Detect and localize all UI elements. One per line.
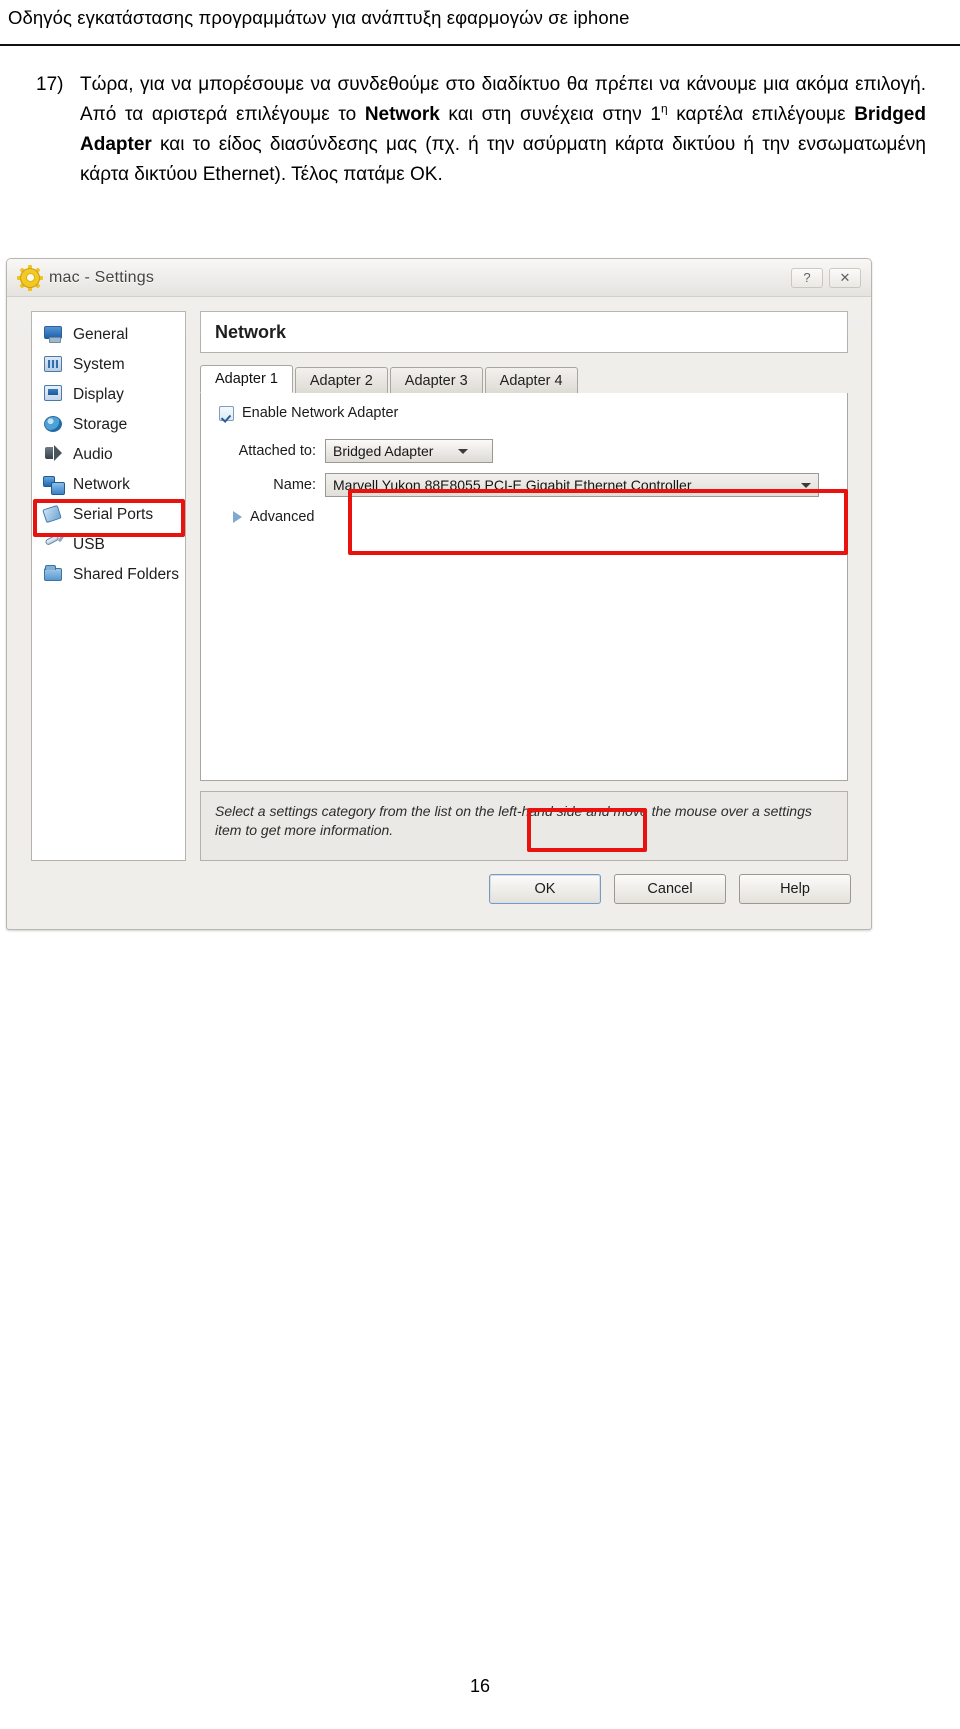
dialog-titlebar: mac - Settings ? ✕ [7,259,871,297]
folder-icon [42,565,64,585]
attached-to-dropdown[interactable]: Bridged Adapter [325,439,493,463]
gear-body [20,267,40,288]
dialog-title: mac - Settings [49,268,155,286]
chevron-right-icon [233,511,242,523]
settings-category-list[interactable]: General System Display Storage Audio Net… [31,311,186,861]
header-divider [0,44,960,46]
sidebar-item-system[interactable]: System [32,350,185,380]
step-text-part-4: και το είδος διασύνδεσης μας (πχ. ή την … [80,134,926,185]
sidebar-item-shared-folders[interactable]: Shared Folders [32,560,185,590]
step-superscript: η [660,101,668,116]
adapter-1-tabpage: Enable Network Adapter Attached to: Brid… [200,393,848,781]
tab-adapter-4[interactable]: Adapter 4 [484,367,578,393]
step-bold-network: Network [364,104,440,125]
sidebar-item-label: USB [73,536,105,553]
enable-network-adapter-row[interactable]: Enable Network Adapter [219,405,398,421]
adapter-tabstrip[interactable]: Adapter 1 Adapter 2 Adapter 3 Adapter 4 [200,365,848,394]
close-icon[interactable]: ✕ [829,267,861,288]
tab-adapter-2[interactable]: Adapter 2 [294,367,388,393]
help-button[interactable]: Help [739,874,851,904]
usb-icon [42,534,64,555]
storage-icon [42,415,64,435]
system-icon [42,355,64,375]
attached-to-label: Attached to: [238,443,316,459]
monitor-icon [42,325,64,345]
sidebar-item-serial-ports[interactable]: Serial Ports [32,500,185,530]
sidebar-item-label: General [73,326,129,343]
display-icon [42,385,64,405]
step-text-part-2: και στη συνέχεια στην 1 [439,104,661,125]
attached-to-value: Bridged Adapter [333,443,434,459]
advanced-expander[interactable]: Advanced [233,509,315,525]
name-row: Name: Marvell Yukon 88E8055 PCI-E Gigabi… [219,473,819,497]
name-label: Name: [273,477,316,493]
sidebar-item-label: Audio [73,446,113,463]
tab-adapter-1[interactable]: Adapter 1 [200,365,293,393]
embedded-screenshot: mac - Settings ? ✕ General System Displa… [6,258,872,930]
sidebar-item-storage[interactable]: Storage [32,410,185,440]
sidebar-item-label: Storage [73,416,128,433]
audio-icon [42,445,64,465]
network-icon [42,475,65,495]
page-number: 16 [469,1676,491,1696]
advanced-label: Advanced [250,509,315,525]
step-text: Τώρα, για να μπορέσουμε να συνδεθούμε στ… [80,70,926,190]
attached-to-row: Attached to: Bridged Adapter [219,439,819,463]
enable-network-adapter-label: Enable Network Adapter [242,405,399,421]
chevron-down-icon [801,483,811,488]
enable-network-adapter-checkbox[interactable] [219,405,234,421]
serial-port-icon [42,504,64,525]
sidebar-item-usb[interactable]: USB [32,530,185,560]
sidebar-item-label: Display [73,386,124,403]
chevron-down-icon [458,449,468,454]
sidebar-item-label: System [73,356,125,373]
dialog-body: General System Display Storage Audio Net… [15,303,865,915]
settings-detail-pane: Network Adapter 1 Adapter 2 Adapter 3 Ad… [200,311,848,861]
running-header-text: Οδηγός εγκατάστασης προγραμμάτων για ανά… [8,7,630,28]
name-dropdown[interactable]: Marvell Yukon 88E8055 PCI-E Gigabit Ethe… [325,473,819,497]
dialog-button-row: OK Cancel Help [15,869,865,909]
sidebar-item-label: Shared Folders [73,566,179,583]
step-text-part-3: καρτέλα επιλέγουμε [667,104,855,125]
document-running-header: Οδηγός εγκατάστασης προγραμμάτων για ανά… [0,0,960,42]
ok-button[interactable]: OK [489,874,601,904]
page-title: Network [200,311,848,353]
help-titlebar-icon[interactable]: ? [791,267,823,288]
sidebar-item-label: Serial Ports [73,506,154,523]
step-paragraph: 17) Τώρα, για να μπορέσουμε να συνδεθούμ… [36,70,926,190]
gear-icon [17,264,43,291]
tab-adapter-3[interactable]: Adapter 3 [389,367,483,393]
sidebar-item-label: Network [73,476,130,493]
sidebar-item-network[interactable]: Network [32,470,185,500]
step-number: 17) [36,74,64,95]
sidebar-item-audio[interactable]: Audio [32,440,185,470]
help-hint-panel: Select a settings category from the list… [200,791,848,861]
sidebar-item-display[interactable]: Display [32,380,185,410]
cancel-button[interactable]: Cancel [614,874,726,904]
sidebar-item-general[interactable]: General [32,320,185,350]
name-value: Marvell Yukon 88E8055 PCI-E Gigabit Ethe… [333,477,692,493]
